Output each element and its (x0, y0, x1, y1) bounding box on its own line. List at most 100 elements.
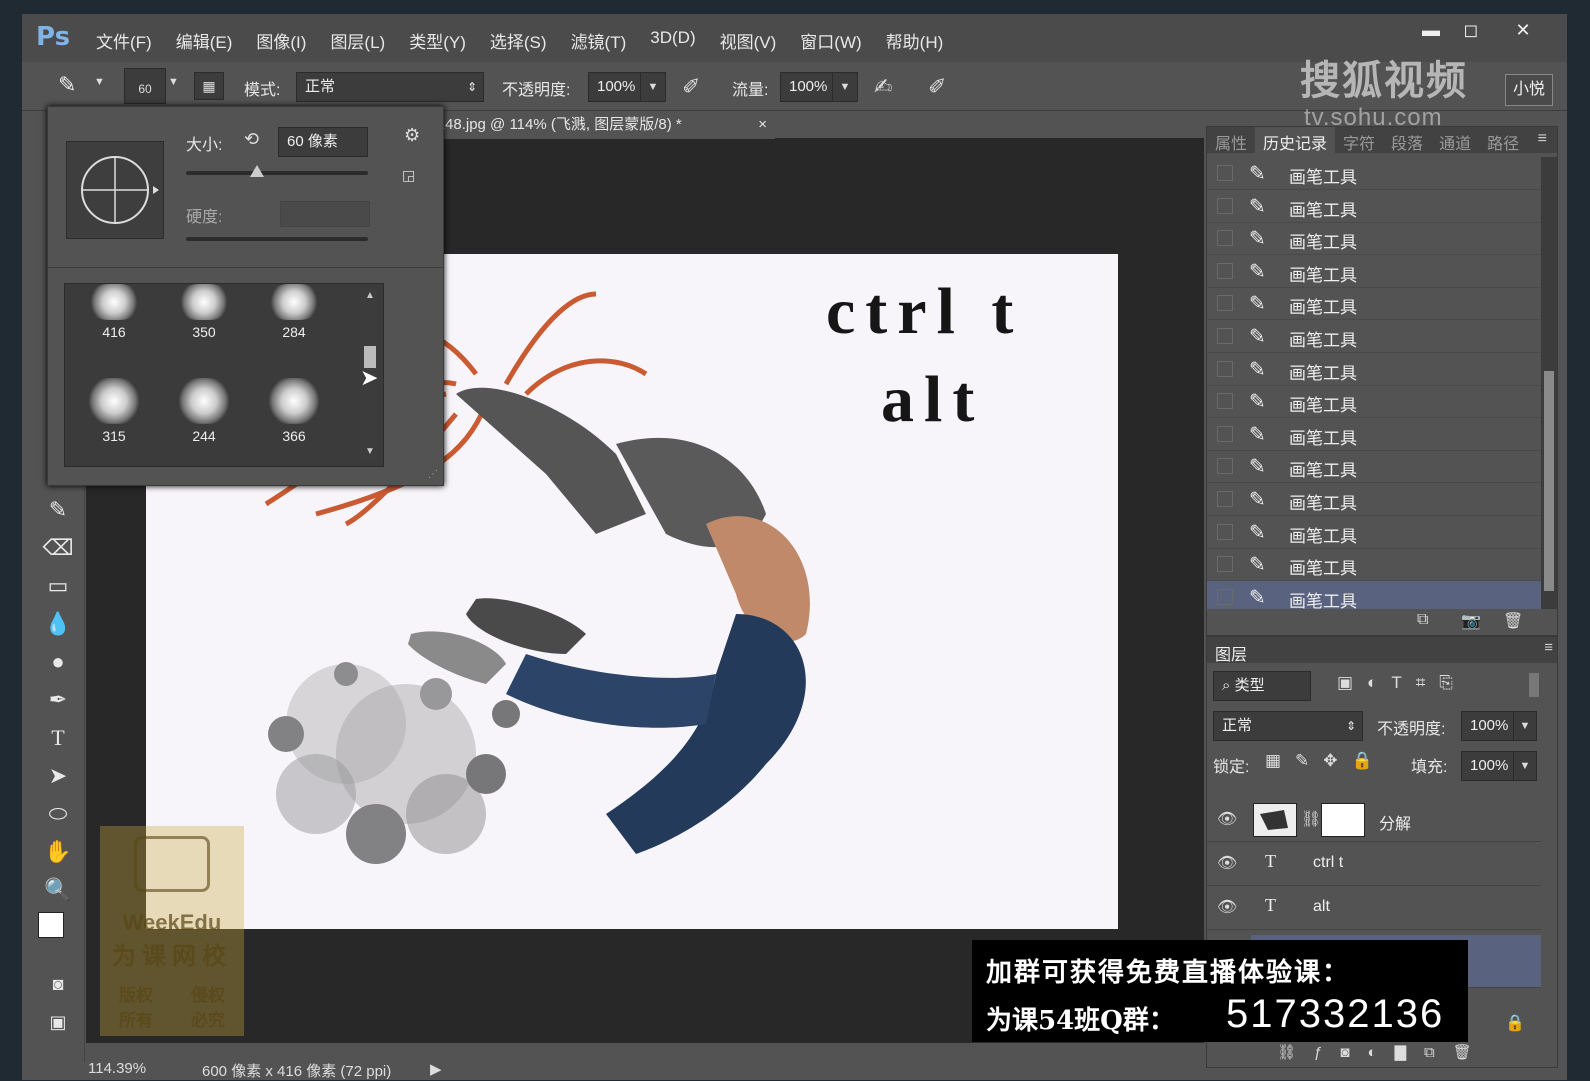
layer-opacity-input[interactable]: 100% (1461, 711, 1517, 741)
history-snapshot-checkbox[interactable] (1217, 588, 1233, 605)
history-snapshot-checkbox[interactable] (1217, 523, 1233, 540)
menu-edit[interactable]: 编辑(E) (164, 28, 245, 53)
history-item[interactable]: ✎ 画笔工具 (1207, 385, 1541, 419)
size-slider[interactable] (186, 165, 368, 177)
path-selection-tool-icon[interactable]: ➤ (40, 760, 76, 792)
panel-menu-icon[interactable]: ≡ (1530, 127, 1555, 151)
tab-channels[interactable]: 通道 (1431, 127, 1479, 157)
brush-preset[interactable]: 416 (69, 284, 159, 372)
flow-dropdown-icon[interactable]: ▼ (832, 72, 858, 102)
hardness-slider[interactable] (186, 237, 368, 241)
brush-tool-icon[interactable]: ✎ (58, 72, 76, 98)
hand-tool-icon[interactable]: ✋ (40, 836, 76, 868)
menu-select[interactable]: 选择(S) (478, 28, 559, 53)
menu-help[interactable]: 帮助(H) (874, 28, 956, 53)
chain-link-icon[interactable]: ⛓ (1301, 809, 1321, 829)
history-item[interactable]: ✎ 画笔工具 (1207, 287, 1541, 321)
eye-icon[interactable]: 👁 (1217, 853, 1237, 873)
layer-row[interactable]: 👁 T alt (1207, 885, 1541, 930)
menu-image[interactable]: 图像(I) (244, 28, 318, 53)
history-item[interactable]: ✎ 画笔工具 (1207, 450, 1541, 484)
history-snapshot-checkbox[interactable] (1217, 491, 1233, 507)
brush-preset[interactable]: 315 (69, 372, 159, 460)
brush-size-picker[interactable]: 60 (124, 68, 166, 104)
brush-preset[interactable]: 366 (249, 372, 339, 460)
trash-icon[interactable]: 🗑 (1503, 611, 1523, 631)
brush-preset[interactable]: 284 (249, 284, 339, 372)
fill-input[interactable]: 100% (1461, 751, 1517, 781)
history-snapshot-checkbox[interactable] (1217, 425, 1233, 442)
menu-view[interactable]: 视图(V) (708, 28, 789, 53)
gradient-tool-icon[interactable]: ▭ (40, 570, 76, 602)
pressure-size-icon[interactable]: ✐ (928, 74, 946, 100)
history-item[interactable]: ✎ 画笔工具 (1207, 255, 1541, 288)
layer-footer-icons[interactable]: ⛓ƒ◙◐▇⧉🗑 (1277, 1043, 1490, 1061)
menu-file[interactable]: 文件(F) (84, 28, 164, 53)
tab-character[interactable]: 字符 (1335, 127, 1383, 157)
eraser-tool-icon[interactable]: ⌫ (40, 532, 76, 564)
history-brush-tool-icon[interactable]: ✎ (40, 494, 76, 526)
layer-opacity-dropdown-icon[interactable]: ▼ (1513, 711, 1537, 741)
reset-size-icon[interactable]: ⟲ (244, 129, 259, 150)
zoom-tool-icon[interactable]: 🔍 (40, 874, 76, 906)
history-snapshot-checkbox[interactable] (1217, 165, 1233, 181)
history-scrollbar[interactable] (1541, 157, 1557, 609)
new-preset-icon[interactable]: ◲ (402, 167, 415, 184)
scroll-down-icon[interactable]: ▼ (365, 446, 375, 457)
user-button[interactable]: 小悦 (1505, 74, 1553, 106)
quick-mask-icon[interactable]: ◙ (40, 968, 76, 1000)
history-item[interactable]: ✎ 画笔工具 (1207, 190, 1541, 223)
type-tool-icon[interactable]: T (40, 722, 76, 754)
minimize-button[interactable]: ▬ (1414, 20, 1448, 46)
opacity-input[interactable]: 100% (588, 72, 644, 102)
tool-preset-dropdown-icon[interactable]: ▼ (94, 76, 105, 88)
scroll-up-icon[interactable]: ▲ (365, 290, 375, 301)
dodge-tool-icon[interactable]: ● (40, 646, 76, 678)
blur-tool-icon[interactable]: 💧 (40, 608, 76, 640)
layer-filter-icons[interactable]: ▣◐T⌗⎘ (1337, 673, 1467, 693)
layer-filter-select[interactable]: ⌕ 类型 (1213, 671, 1311, 701)
layer-blend-select[interactable]: 正常 ⇕ (1213, 711, 1363, 741)
pen-tool-icon[interactable]: ✒ (40, 684, 76, 716)
history-item[interactable]: ✎ 画笔工具 (1207, 320, 1541, 353)
new-document-from-state-icon[interactable]: ⧉ (1417, 611, 1428, 629)
mode-select[interactable]: 正常 ⇕ (296, 72, 484, 102)
opacity-dropdown-icon[interactable]: ▼ (640, 72, 666, 102)
history-snapshot-checkbox[interactable] (1217, 328, 1233, 344)
size-slider-thumb[interactable] (249, 165, 264, 177)
settings-gear-icon[interactable]: ⚙ (404, 125, 420, 146)
menu-filter[interactable]: 滤镜(T) (559, 28, 639, 53)
history-item[interactable]: ✎ 画笔工具 (1207, 222, 1541, 256)
close-window-button[interactable]: ✕ (1506, 20, 1540, 46)
hardness-input[interactable] (280, 201, 370, 227)
lock-icons[interactable]: ▦✎✥🔒 (1265, 751, 1387, 771)
history-item[interactable]: ✎ 画笔工具 (1207, 418, 1541, 451)
history-scroll-thumb[interactable] (1544, 371, 1554, 591)
menu-3d[interactable]: 3D(D) (638, 28, 707, 53)
flow-input[interactable]: 100% (780, 72, 836, 102)
menu-type[interactable]: 类型(Y) (397, 28, 478, 53)
history-item[interactable]: ✎ 画笔工具 (1207, 483, 1541, 516)
history-snapshot-checkbox[interactable] (1217, 230, 1233, 247)
resize-grip-icon[interactable]: ⋰ (428, 469, 438, 480)
airbrush-icon[interactable]: ✍ (874, 74, 892, 100)
layer-row[interactable]: 👁 T ctrl t (1207, 841, 1541, 886)
filter-toggle[interactable] (1529, 673, 1539, 697)
brush-preset[interactable]: 244 (159, 372, 249, 460)
tab-paths[interactable]: 路径 (1479, 127, 1527, 157)
document-tab-close-icon[interactable]: × (758, 111, 767, 139)
eye-icon[interactable]: 👁 (1217, 897, 1237, 917)
layer-row[interactable]: 👁 ⛓ 分解 (1207, 797, 1541, 842)
history-item[interactable]: ✎ 画笔工具 (1207, 548, 1541, 582)
maximize-button[interactable]: ◻ (1454, 20, 1488, 46)
tab-history[interactable]: 历史记录 (1255, 127, 1336, 157)
brush-panel-toggle-icon[interactable]: ▦ (194, 72, 224, 100)
screen-mode-icon[interactable]: ▣ (40, 1006, 76, 1038)
document-tab[interactable]: KK48.jpg @ 114% (飞溅, 图层蒙版/8) * × (417, 111, 775, 139)
ellipse-tool-icon[interactable]: ⬭ (40, 798, 76, 830)
size-input[interactable]: 60 像素 (278, 127, 368, 157)
menu-layer[interactable]: 图层(L) (318, 28, 397, 53)
eye-icon[interactable]: 👁 (1217, 809, 1237, 829)
history-snapshot-checkbox[interactable] (1217, 295, 1233, 312)
history-snapshot-checkbox[interactable] (1217, 458, 1233, 475)
